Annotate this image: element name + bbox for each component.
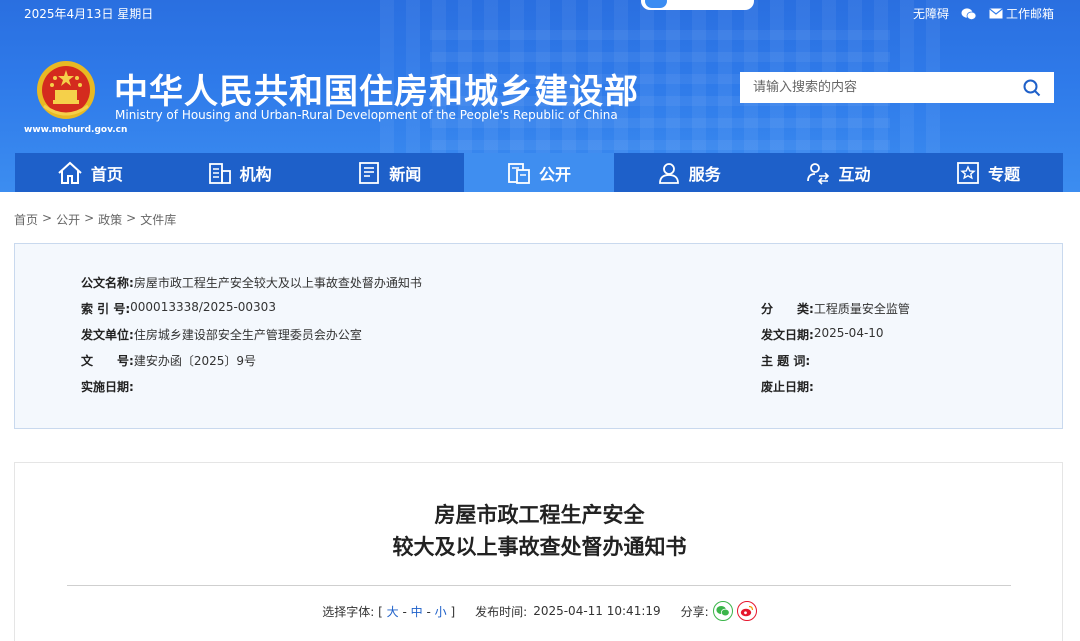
article-info-bar: 选择字体: [ 大 - 中 - 小 ] 发布时间: 2025-04-11 10:… [15,601,1064,621]
article-title: 房屋市政工程生产安全 较大及以上事故查处督办通知书 [15,499,1064,563]
nav-item-service[interactable]: 服务 [614,153,764,192]
site-url: www.mohurd.gov.cn [24,125,128,135]
share-wechat-button[interactable] [712,601,733,621]
share-weibo-button[interactable] [736,601,757,621]
breadcrumb: 首页 > 公开 > 政策 > 文件库 [14,211,176,228]
meta-doc-number: 文 号: 建安办函〔2025〕9号 [81,352,256,369]
nav-label-organization: 机构 [239,164,272,184]
font-size-medium[interactable]: 中 [411,605,423,619]
accessibility-link[interactable]: 无障碍 [913,5,949,22]
meta-keywords: 主 题 词: [761,352,810,369]
publish-time: 2025-04-11 10:41:19 [533,604,661,618]
search-input[interactable] [740,72,1010,103]
site-title-cn[interactable]: 中华人民共和国住房和城乡建设部 [114,64,639,113]
nav-label-news: 新闻 [389,164,422,184]
meta-value: 2025-04-10 [813,326,884,340]
font-size-small[interactable]: 小 [435,605,447,619]
search-box [740,72,1054,103]
top-links: 无障碍 工作邮箱 [913,5,1054,22]
weibo-icon [740,605,753,617]
nav-item-public[interactable]: 公开 [464,153,614,192]
nav-item-interaction[interactable]: 互动 [764,153,914,192]
breadcrumb-policy[interactable]: 政策 [98,211,122,228]
work-mail-link[interactable]: 工作邮箱 [989,5,1054,22]
interaction-icon [807,162,830,185]
meta-label: 主 题 词: [761,354,811,368]
breadcrumb-sep: > [126,211,137,225]
title-divider [67,585,1011,586]
meta-value: 工程质量安全监管 [813,302,910,316]
breadcrumb-sep: > [84,211,95,225]
meta-category: 分 类: 工程质量安全监管 [761,300,910,317]
meta-label: 发文单位: [81,328,134,342]
news-icon [359,161,380,184]
wechat-link[interactable] [961,7,977,21]
meta-label: 实施日期: [81,380,134,394]
search-icon [1023,79,1041,96]
mail-icon [989,8,1003,19]
meta-value: 000013338/2025-00303 [130,300,276,314]
top-toggle-pill[interactable] [641,0,754,10]
font-size-large[interactable]: 大 [387,605,399,619]
home-icon [58,161,82,184]
meta-implementation-date: 实施日期: [81,378,134,395]
meta-label: 废止日期: [761,380,814,394]
nav-label-topics: 专题 [988,164,1021,184]
nav-label-public: 公开 [539,164,572,184]
breadcrumb-sep: > [42,211,53,225]
meta-label: 索 引 号: [81,302,131,316]
nav-item-news[interactable]: 新闻 [314,153,464,192]
breadcrumb-public[interactable]: 公开 [56,211,80,228]
meta-value: 住房城乡建设部安全生产管理委员会办公室 [133,328,362,342]
meta-value: 房屋市政工程生产安全较大及以上事故查处督办通知书 [133,276,422,290]
meta-issue-date: 发文日期: 2025-04-10 [761,326,884,343]
nav-label-home: 首页 [90,164,123,184]
meta-value: 建安办函〔2025〕9号 [133,354,256,368]
search-button[interactable] [1010,72,1054,103]
document-icon [508,162,530,184]
nav-label-service: 服务 [688,164,721,184]
meta-expiry-date: 废止日期: [761,378,814,395]
wechat-icon [961,7,977,20]
font-size-selector: [ 大 - 中 - 小 ] [374,604,456,619]
nav-label-interaction: 互动 [838,164,871,184]
meta-label: 发文日期: [761,328,814,342]
meta-issuer: 发文单位: 住房城乡建设部安全生产管理委员会办公室 [81,326,362,343]
accessibility-label: 无障碍 [912,7,949,21]
share-label: 分享: [680,604,709,619]
current-date: 2025年4月13日 星期日 [24,7,154,21]
building-icon [208,162,231,184]
site-header: 2025年4月13日 星期日 无障碍 工作邮箱 www.mohurd.gov.c… [0,0,1080,192]
breadcrumb-library[interactable]: 文件库 [140,211,176,228]
main-nav: 首页 机构 新闻 公开 服务 互动 专题 [15,153,1063,192]
meta-label: 公文名称: [81,276,134,290]
pill-dot [645,0,667,8]
font-size-label: 选择字体: [322,604,375,619]
user-service-icon [658,162,679,184]
nav-item-topics[interactable]: 专题 [913,153,1063,192]
article-title-line1: 房屋市政工程生产安全 [434,503,645,527]
site-title-en: Ministry of Housing and Urban-Rural Deve… [115,108,618,122]
article-title-line2: 较大及以上事故查处督办通知书 [392,535,687,559]
meta-label: 分 类: [761,302,814,316]
work-mail-label: 工作邮箱 [1005,7,1054,21]
nav-item-home[interactable]: 首页 [15,153,165,192]
star-icon [957,161,980,184]
national-emblem-icon[interactable] [36,60,96,120]
meta-doc-name: 公文名称: 房屋市政工程生产安全较大及以上事故查处督办通知书 [81,274,422,291]
wechat-icon [716,606,730,617]
nav-item-organization[interactable]: 机构 [165,153,315,192]
meta-index: 索 引 号: 000013338/2025-00303 [81,300,276,317]
article-body: 房屋市政工程生产安全 较大及以上事故查处督办通知书 选择字体: [ 大 - 中 … [14,462,1063,641]
breadcrumb-home[interactable]: 首页 [14,211,38,228]
publish-time-label: 发布时间: [475,604,528,619]
document-metadata-panel: 公文名称: 房屋市政工程生产安全较大及以上事故查处督办通知书 索 引 号: 00… [14,243,1063,429]
meta-label: 文 号: [81,354,134,368]
